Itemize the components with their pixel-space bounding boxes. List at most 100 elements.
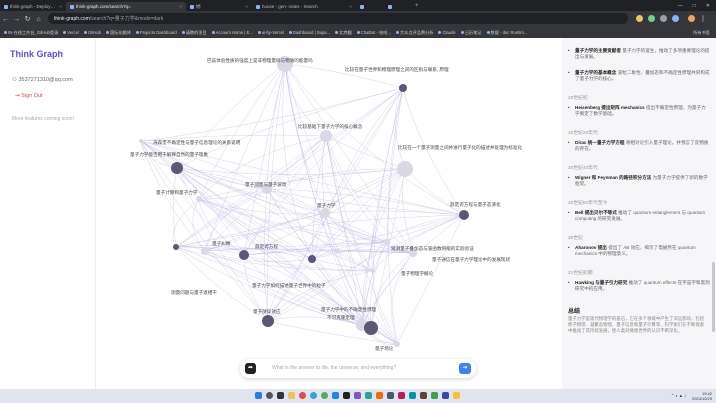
windows-start-icon[interactable] xyxy=(255,392,262,399)
forward-icon[interactable]: → xyxy=(11,16,22,23)
menu-icon[interactable] xyxy=(702,15,704,22)
share-icon[interactable]: ➦ xyxy=(245,363,256,374)
graph-nodes[interactable]: 巴兹体验性质的强度上是非物理量吗与物质的能量吗比较在量子世界和物理原理之间的区别… xyxy=(130,56,522,352)
tab-0[interactable]: think-graph - Deployments× xyxy=(0,2,66,11)
graph-canvas[interactable]: 巴兹体验性质的强度上是非物理量吗与物质的能量吗比较在量子世界和物理原理之间的区别… xyxy=(95,38,560,389)
clock[interactable]: 19:42 2024/10/29 xyxy=(692,391,712,401)
graph-node-circle[interactable] xyxy=(196,196,202,202)
chat-input[interactable]: What is the answer to life, the universe… xyxy=(272,365,396,371)
extension-icon[interactable] xyxy=(636,15,643,22)
chat-input-bar[interactable]: ➦ What is the answer to life, the univer… xyxy=(240,359,476,378)
graph-node[interactable]: 海森堡不确定性与量子信息理论的关系说明 xyxy=(139,139,241,146)
vscode-icon[interactable] xyxy=(332,392,339,399)
chrome-icon[interactable] xyxy=(321,392,328,399)
explorer-icon[interactable] xyxy=(288,392,295,399)
extension-icon[interactable] xyxy=(672,15,679,22)
graph-node-circle[interactable] xyxy=(399,84,407,92)
app-icon[interactable] xyxy=(376,392,383,399)
app-icon[interactable] xyxy=(409,392,416,399)
bookmark-item[interactable]: Claude xyxy=(438,30,456,35)
graph-node[interactable]: 量子计算和量子力学 xyxy=(156,189,202,202)
send-button[interactable]: ➜ xyxy=(459,363,471,374)
scrollbar[interactable] xyxy=(712,262,715,332)
new-tab-icon[interactable]: + xyxy=(415,3,419,9)
graph-node-circle[interactable] xyxy=(320,208,330,218)
bookmark-item[interactable]: Account Home | E... xyxy=(211,30,253,35)
bookmark-item[interactable]: 大众点评品牌分析 xyxy=(395,30,433,36)
bookmark-item[interactable]: IN-在线工作台_GitHub登录 xyxy=(4,30,58,36)
bookmark-item[interactable]: ai-by-Vercel xyxy=(257,30,284,35)
tab-1[interactable]: think-graph.com/search?q= × xyxy=(66,2,186,11)
sign-out-button[interactable]: ⇥ Sign Out xyxy=(15,93,43,99)
system-tray[interactable]: ⌃ ◐ ▲ ♪ xyxy=(671,393,686,398)
bookmarks-folder[interactable]: 所有书签 xyxy=(693,30,710,36)
graph-node-circle[interactable] xyxy=(459,210,469,220)
bookmark-item[interactable]: 北京翻 xyxy=(335,30,352,36)
extension-icon[interactable] xyxy=(648,15,655,22)
graph-node-circle[interactable] xyxy=(201,247,209,255)
bookmark-item[interactable]: 数据 - doc Runtim... xyxy=(486,30,527,36)
bookmark-item[interactable]: Projects Dashboard xyxy=(135,30,177,35)
bookmark-item[interactable]: GitHub xyxy=(83,30,101,35)
graph-node-circle[interactable] xyxy=(308,255,316,263)
tab-2[interactable]: 她 × xyxy=(186,2,252,11)
graph-node[interactable]: 量子力学中的不确定性原理 xyxy=(321,306,378,335)
graph-node[interactable]: 比较在一个量子测量之间并进行量子化的描述并处理为标准化 xyxy=(397,144,522,177)
graph-node-circle[interactable] xyxy=(364,321,378,335)
graph-node-circle[interactable] xyxy=(320,130,332,142)
tab-3[interactable]: house - gen- notes - Search × xyxy=(252,2,356,11)
extension-icon[interactable] xyxy=(660,15,667,22)
graph-node-circle[interactable] xyxy=(239,250,249,260)
close-window-icon[interactable]: ✕ xyxy=(706,3,710,9)
app-icon[interactable] xyxy=(365,392,372,399)
tab-5[interactable] xyxy=(384,2,412,11)
graph-node-circle[interactable] xyxy=(171,162,183,174)
app-icon[interactable] xyxy=(354,392,361,399)
reload-icon[interactable]: ↻ xyxy=(22,15,33,23)
address-bar[interactable]: think-graph.com/search?q=量子力学&mode=dark xyxy=(48,13,628,24)
close-tab-icon[interactable]: × xyxy=(245,4,248,9)
bookmark-item[interactable]: 国际化翻译 xyxy=(105,30,131,36)
terminal-icon[interactable] xyxy=(343,392,350,399)
bookmark-item[interactable]: Vercel xyxy=(63,30,79,35)
graph-node-circle[interactable] xyxy=(397,161,413,177)
graph-node[interactable]: 巴兹体验性质的强度上是非物理量吗与物质的能量吗 xyxy=(207,56,313,72)
graph-edge xyxy=(175,87,404,248)
graph-node-circle[interactable] xyxy=(139,139,143,143)
graph-node-circle[interactable] xyxy=(384,239,390,245)
graph-node-circle[interactable] xyxy=(173,244,179,250)
app-icon[interactable] xyxy=(442,392,449,399)
bookmark-item[interactable]: 请教的项目 xyxy=(181,30,207,36)
app-icon[interactable] xyxy=(431,392,438,399)
taskview-icon[interactable] xyxy=(277,392,284,399)
graph-node[interactable]: 量子物理学概论 xyxy=(371,269,434,277)
app-icon[interactable] xyxy=(420,392,427,399)
graph-node[interactable]: 量子隧穿效应 xyxy=(253,308,281,327)
home-icon[interactable]: ⌂ xyxy=(33,16,44,23)
graph-node-circle[interactable] xyxy=(394,341,400,347)
graph-node-circle[interactable] xyxy=(262,315,274,327)
summary-text: 量子力学是现代物理学的基石，它在多个领域中产生了深远影响，包括原子物理、凝聚态物… xyxy=(568,316,705,333)
profile-avatar[interactable] xyxy=(688,15,695,22)
bookmark-item[interactable]: 日历笔记 xyxy=(460,30,482,36)
search-icon[interactable] xyxy=(266,392,273,399)
tab-4[interactable] xyxy=(356,2,384,11)
back-icon[interactable]: ← xyxy=(0,16,11,23)
browser-icon[interactable] xyxy=(299,392,306,399)
graph-node[interactable]: 观测量子叠加态与波函数坍缩的实验验证 xyxy=(384,239,474,252)
bookmark-item[interactable]: Chatbot - 哈哈... xyxy=(356,30,391,36)
close-tab-icon[interactable]: × xyxy=(59,4,62,9)
edge-icon[interactable] xyxy=(310,392,317,399)
bookmark-item[interactable]: Dashboard | Supa... xyxy=(288,30,330,35)
knowledge-graph[interactable]: 巴兹体验性质的强度上是非物理量吗与物质的能量吗比较在量子世界和物理原理之间的区别… xyxy=(95,38,560,389)
close-tab-icon[interactable]: × xyxy=(349,4,352,9)
graph-node[interactable]: 量子通信在量子力学理论中的发展现状 xyxy=(409,249,511,263)
graph-node-circle[interactable] xyxy=(371,269,375,273)
app-icon[interactable] xyxy=(398,392,405,399)
maximize-icon[interactable]: □ xyxy=(693,3,696,9)
graph-node[interactable]: 比较在量子世界和物理原理之间的区别与联系, 原理 xyxy=(345,66,449,92)
close-tab-icon[interactable]: × xyxy=(179,4,182,9)
app-icon[interactable] xyxy=(387,392,394,399)
app-icon[interactable] xyxy=(453,392,460,399)
minimize-icon[interactable]: — xyxy=(678,3,683,9)
